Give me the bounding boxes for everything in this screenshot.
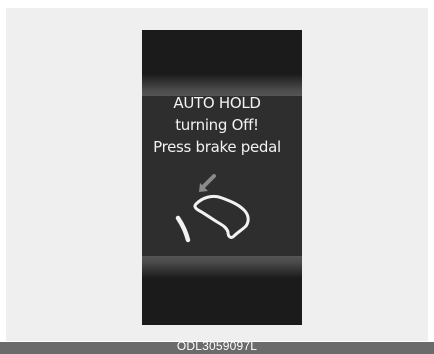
display-top-band [142,74,302,96]
status-message: turning Off! [175,116,259,134]
brake-pedal-press-icon [175,174,250,243]
figure-code: ODL3059097L [176,339,258,353]
foot-icon [193,194,250,239]
auto-hold-label: AUTO HOLD [173,94,261,112]
pedal-icon [175,215,191,243]
display-bottom-band [142,256,302,278]
instruction-message: Press brake pedal [153,138,281,156]
press-arrow-icon [199,174,216,192]
